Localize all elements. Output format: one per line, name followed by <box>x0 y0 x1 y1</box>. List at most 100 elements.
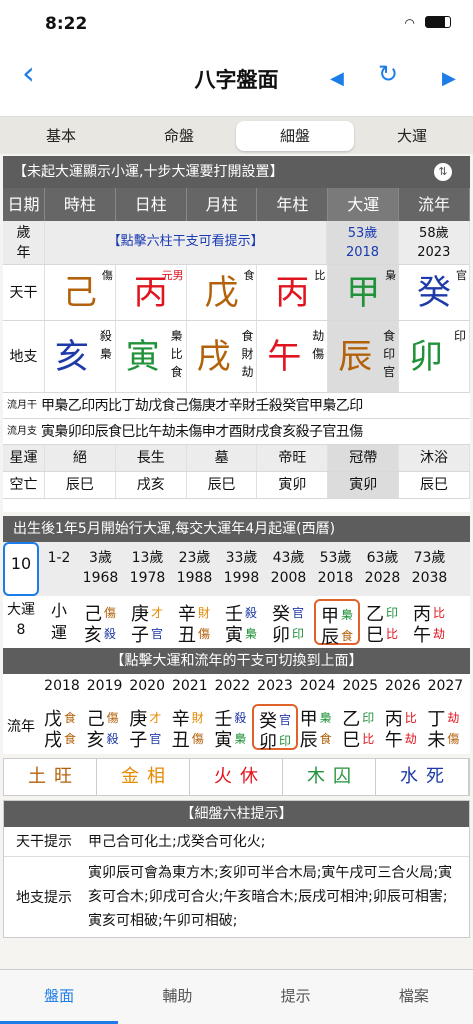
pillar-cell[interactable]: 癸官卯印 <box>267 599 313 646</box>
pillar-cell[interactable]: 甲梟辰食 <box>295 704 341 751</box>
dayun-age: 13歲 <box>131 550 164 566</box>
tab-tishi[interactable]: 提示 <box>237 970 355 1024</box>
nav-bar: ‹ 八字盤面 ◀ ↻ ▶ <box>0 46 473 116</box>
prev-icon[interactable]: ◀ <box>330 68 344 89</box>
liunian-year[interactable]: 2027 <box>424 678 466 694</box>
liunian-year[interactable]: 2020 <box>126 678 168 694</box>
refresh-icon[interactable]: ↻ <box>378 60 398 88</box>
branch-cell[interactable]: 寅梟 比 食 <box>116 321 187 392</box>
stem-cell[interactable]: 己傷 <box>45 265 116 320</box>
pillar-cell[interactable]: 己傷亥殺 <box>82 704 128 751</box>
wuxing-element: 木 <box>307 766 325 787</box>
pillar-stem-god: 官 <box>279 713 292 727</box>
branch-cell[interactable]: 辰食 印 官 <box>328 321 400 392</box>
pillar-cell[interactable]: 戊食戌食 <box>39 704 85 751</box>
tab-basic[interactable]: 基本 <box>2 121 120 151</box>
pillar-branch-god: 比 <box>386 627 399 641</box>
branch-char: 辰 <box>338 337 373 377</box>
pillar-stem-god: 才 <box>149 711 162 725</box>
dayun-age-cell[interactable]: 43歲 2008 <box>265 542 312 596</box>
xingyun-cell: 絕 <box>45 445 116 471</box>
column-header: 日期 時柱 日柱 月柱 年柱 大運 流年 <box>3 188 470 221</box>
hint-link[interactable]: 【點擊六柱干支可看提示】 <box>45 221 328 264</box>
tiangan-label: 天干 <box>3 265 45 320</box>
segment-control: 基本 命盤 細盤 大運 <box>0 116 473 154</box>
stem-char: 丙 <box>275 273 310 313</box>
age-row: 歲年 【點擊六柱干支可看提示】 53歲 2018 58歲 2023 <box>3 221 470 265</box>
liunian-year[interactable]: 2019 <box>84 678 126 694</box>
dayun-age-cell[interactable]: 13歲 1978 <box>124 542 171 596</box>
tab-dayun[interactable]: 大運 <box>353 121 471 151</box>
pillar-branch-god: 食 <box>341 629 354 643</box>
pillar-branch-god: 劫 <box>433 627 446 641</box>
page-title: 八字盤面 <box>194 68 279 92</box>
tab-xipan[interactable]: 細盤 <box>236 121 354 151</box>
liuyue-gan-items[interactable]: 甲梟乙印丙比丁劫戊食己傷庚才辛財壬殺癸官甲梟乙印 <box>41 393 470 418</box>
stem-cell[interactable]: 丙比 <box>257 265 329 320</box>
dayun-age-cell[interactable]: 1-2 <box>41 542 77 596</box>
dayun-age-cell[interactable]: 10 <box>3 542 39 596</box>
pillar-cell[interactable]: 辛財丑傷 <box>173 599 219 646</box>
dayun-age-cell[interactable]: 33歲 1998 <box>218 542 265 596</box>
tab-panmian[interactable]: 盤面 <box>0 970 119 1024</box>
liunian-year[interactable]: 2026 <box>382 678 424 694</box>
pillar-cell[interactable]: 乙印巳比 <box>337 704 383 751</box>
pillar-cell[interactable]: 辛財丑傷 <box>167 704 213 751</box>
branch-char: 卯 <box>409 337 444 377</box>
col-month: 月柱 <box>187 188 258 221</box>
stem-cell[interactable]: 癸官 <box>399 265 470 320</box>
pillar-stem-god: 財 <box>198 606 211 620</box>
pillar-cell[interactable]: 癸官卯印 <box>252 704 298 753</box>
dayun-year: 2018 <box>317 570 354 586</box>
branch-cell[interactable]: 亥殺 梟 <box>45 321 116 392</box>
liunian-year[interactable]: 2018 <box>41 678 83 694</box>
stem-char: 戊 <box>204 273 239 313</box>
stem-cell[interactable]: 戊食 <box>187 265 258 320</box>
pillar-cell[interactable]: 壬殺寅梟 <box>209 704 255 751</box>
liunian-year[interactable]: 2022 <box>211 678 253 694</box>
pillar-cell[interactable]: 庚才子官 <box>124 704 170 751</box>
tab-fuzhu[interactable]: 輔助 <box>118 970 236 1024</box>
wuxing-state: 死 <box>426 766 444 787</box>
pillar-cell[interactable]: 己傷亥殺 <box>79 599 125 646</box>
gan-tips-text: 甲己合可化土;戊癸合可化火; <box>88 834 266 850</box>
liunian-year[interactable]: 2021 <box>169 678 211 694</box>
pillar-cell[interactable]: 乙印巳比 <box>361 599 407 646</box>
stem-cell[interactable]: 丙元男 <box>116 265 187 320</box>
pillar-branch-god: 食 <box>319 732 332 746</box>
pillar-cell[interactable]: 庚才子官 <box>126 599 172 646</box>
pillar-branch-god: 官 <box>151 627 164 641</box>
next-icon[interactable]: ▶ <box>442 68 456 89</box>
pillar-branch: 寅 <box>225 625 243 646</box>
stem-cell[interactable]: 甲梟 <box>328 265 400 320</box>
dayun-age-cell[interactable]: 53歲 2018 <box>312 542 359 596</box>
kongwang-cell: 戌亥 <box>116 472 187 498</box>
liunian-age: 58歲 <box>419 226 449 241</box>
branch-cell[interactable]: 戌食 財 劫 <box>187 321 258 392</box>
liunian-year[interactable]: 2025 <box>339 678 381 694</box>
branch-cell[interactable]: 午劫 傷 <box>257 321 329 392</box>
tab-dangan[interactable]: 檔案 <box>355 970 473 1024</box>
ten-god: 傷 <box>101 269 113 282</box>
swap-icon[interactable]: ⇅ <box>434 163 452 181</box>
liunian-year[interactable]: 2023 <box>254 678 296 694</box>
pillar-cell[interactable]: 丙比午劫 <box>380 704 426 751</box>
dayun-age-cell[interactable]: 3歲 1968 <box>77 542 124 596</box>
tab-bar: 盤面 輔助 提示 檔案 <box>0 969 473 1024</box>
pillar-cell[interactable]: 壬殺寅梟 <box>220 599 266 646</box>
pillar-cell[interactable]: 丁劫未傷 <box>422 704 468 751</box>
pillar-cell[interactable]: 丙比午劫 <box>408 599 454 646</box>
pillar-branch: 寅 <box>214 730 233 751</box>
branch-cell[interactable]: 卯印 <box>399 321 470 392</box>
liuyue-zhi-items[interactable]: 寅梟卯印辰食巳比午劫未傷申才酉財戌食亥殺子官丑傷 <box>41 419 470 444</box>
dayun-age-cell[interactable]: 73歲 2038 <box>406 542 453 596</box>
tiangan-row: 天干 己傷丙元男戊食丙比甲梟癸官 <box>3 265 470 321</box>
dayun-age-cell[interactable]: 23歲 1988 <box>171 542 218 596</box>
tab-mingpan[interactable]: 命盤 <box>120 121 238 151</box>
pillar-stem-god: 官 <box>292 606 305 620</box>
dayun-year: 2028 <box>364 570 401 586</box>
pillar-cell[interactable]: 甲梟辰食 <box>314 599 360 648</box>
liunian-year[interactable]: 2024 <box>297 678 339 694</box>
xingyun-row: 星運 絕長生墓帝旺 冠帶 沐浴 <box>3 445 470 472</box>
dayun-age-cell[interactable]: 63歲 2028 <box>359 542 406 596</box>
